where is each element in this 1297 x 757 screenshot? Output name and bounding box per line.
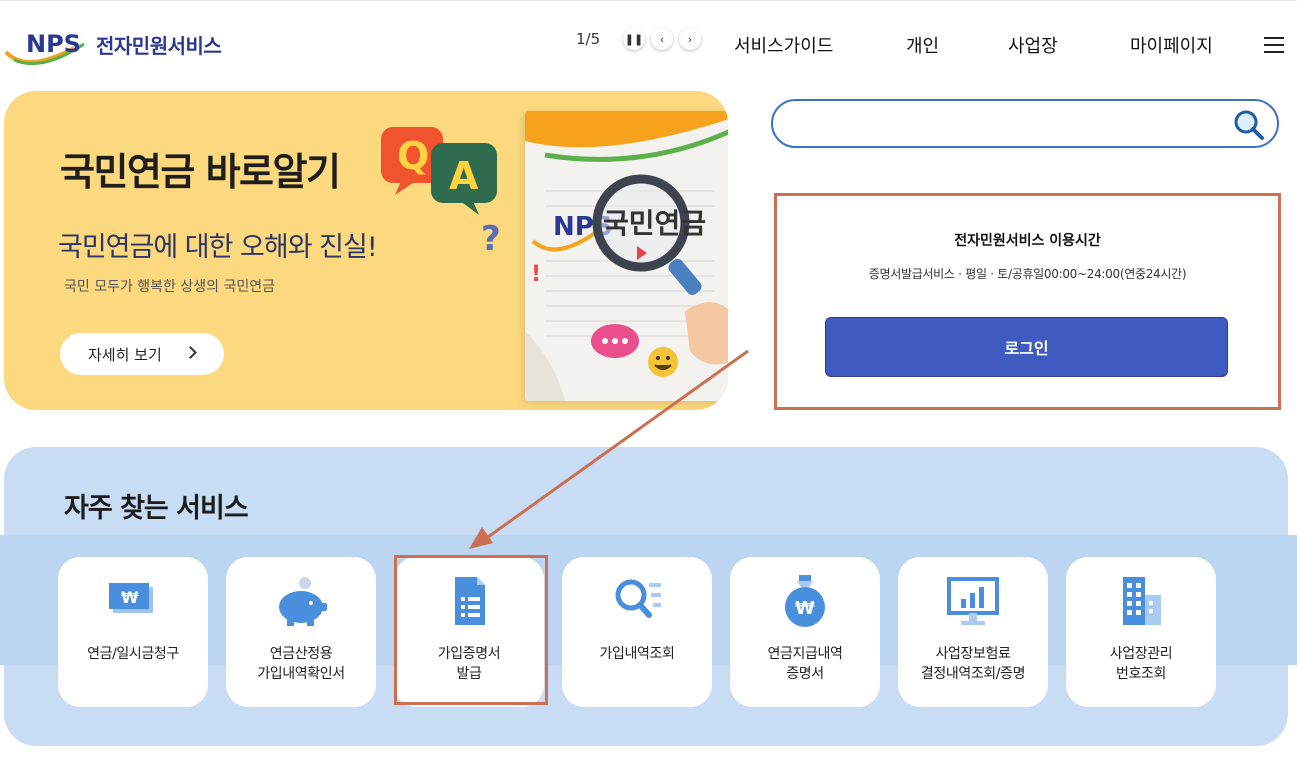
search-bar [771, 99, 1279, 148]
service-card-workplace-premium[interactable]: 사업장보험료결정내역조회/증명 [898, 557, 1048, 707]
top-divider [0, 0, 1297, 1]
search-list-icon [615, 579, 661, 618]
question-mark-icon: ? [481, 219, 501, 259]
service-label-line2: 번호조회 [1116, 666, 1166, 682]
qa-a-letter: A [449, 154, 479, 198]
qa-q-letter: Q [397, 134, 429, 178]
logo-mark-text: NPS [26, 30, 81, 58]
building-icon [1123, 577, 1161, 625]
svg-text:₩: ₩ [121, 588, 139, 607]
service-card-membership-cert[interactable]: 가입증명서발급 [394, 557, 544, 707]
paper-headline-text: 국민연금 [603, 207, 706, 240]
banner-subtitle: 국민연금에 대한 오해와 진실! [58, 232, 378, 263]
search-input[interactable] [793, 109, 1223, 139]
paper-illustration-art: NPS 국민연금 ! [525, 111, 728, 401]
service-hours-text: 증명서발급서비스 · 평일 · 토/공휴일00:00~24:00(연중24시간) [868, 267, 1187, 281]
main-nav: 서비스가이드 개인 사업장 마이페이지 [700, 32, 1297, 60]
document-icon [455, 577, 485, 625]
monitor-chart-icon [947, 577, 999, 625]
nav-workplace[interactable]: 사업장 [1008, 32, 1058, 58]
piggy-bank-icon [279, 577, 327, 626]
pause-icon[interactable]: ❚❚ [623, 28, 645, 50]
services-title: 자주 찾는 서비스 [64, 493, 249, 524]
promo-banner[interactable]: 국민연금 바로알기 Q A 국민연금에 대한 오해와 진실! ? 국민 모두가 … [4, 91, 728, 410]
service-label-line1: 사업장관리 [1109, 646, 1173, 662]
service-label-line1: 연금지급내역 [767, 646, 843, 662]
nps-logo-mark: NPS [4, 30, 85, 66]
login-button[interactable]: 로그인 [825, 317, 1228, 377]
service-card-payment-history-cert[interactable]: ₩ 연금지급내역증명서 [730, 557, 880, 707]
service-card-workplace-number[interactable]: 사업장관리번호조회 [1066, 557, 1216, 707]
service-label-line2: 발급 [456, 666, 482, 682]
nps-logo[interactable]: NPS 전자민원서비스 [4, 26, 244, 72]
more-details-label: 자세히 보기 [88, 345, 162, 364]
search-icon[interactable] [1233, 109, 1265, 141]
banner-illustration: NPS 국민연금 ! [525, 111, 728, 401]
slide-counter: 1/5 [576, 30, 601, 48]
nav-service-guide[interactable]: 서비스가이드 [734, 32, 833, 58]
nav-personal[interactable]: 개인 [906, 32, 939, 58]
chevron-right-slide-icon[interactable]: › [679, 28, 701, 50]
service-card-membership-history[interactable]: 가입내역조회 [562, 557, 712, 707]
logo-service-name: 전자민원서비스 [96, 34, 222, 58]
banner-title: 국민연금 바로알기 [60, 150, 341, 194]
menu-icon[interactable] [1264, 37, 1284, 53]
more-details-button[interactable]: 자세히 보기 [60, 333, 224, 375]
service-label-line2: 결정내역조회/증명 [920, 666, 1026, 682]
banner-description: 국민 모두가 행복한 상생의 국민연금 [64, 279, 275, 295]
chevron-right-icon [184, 346, 197, 359]
service-label-line1: 가입내역조회 [599, 646, 675, 662]
nav-my-page[interactable]: 마이페이지 [1130, 32, 1213, 58]
service-label-line2: 증명서 [786, 666, 824, 682]
chevron-left-icon[interactable]: ‹ [651, 28, 673, 50]
svg-text:₩: ₩ [795, 598, 815, 619]
service-label-line1: 연금/일시금청구 [87, 646, 179, 662]
qa-bubble-icon: Q A [381, 127, 497, 215]
service-card-pension-claim[interactable]: ₩ 연금/일시금청구 [58, 557, 208, 707]
service-hours-title: 전자민원서비스 이용시간 [954, 233, 1101, 249]
svg-text:!: ! [531, 262, 541, 287]
money-bag-icon: ₩ [785, 575, 825, 627]
service-label-line1: 가입증명서 [437, 646, 501, 662]
login-panel: 전자민원서비스 이용시간 증명서발급서비스 · 평일 · 토/공휴일00:00~… [774, 193, 1281, 410]
service-label-line1: 연금산정용 [269, 646, 333, 662]
service-label-line2: 가입내역확인서 [257, 666, 345, 682]
service-label-line1: 사업장보험료 [935, 646, 1011, 662]
won-card-icon: ₩ [109, 583, 153, 613]
service-card-pension-calc-cert[interactable]: 연금산정용가입내역확인서 [226, 557, 376, 707]
